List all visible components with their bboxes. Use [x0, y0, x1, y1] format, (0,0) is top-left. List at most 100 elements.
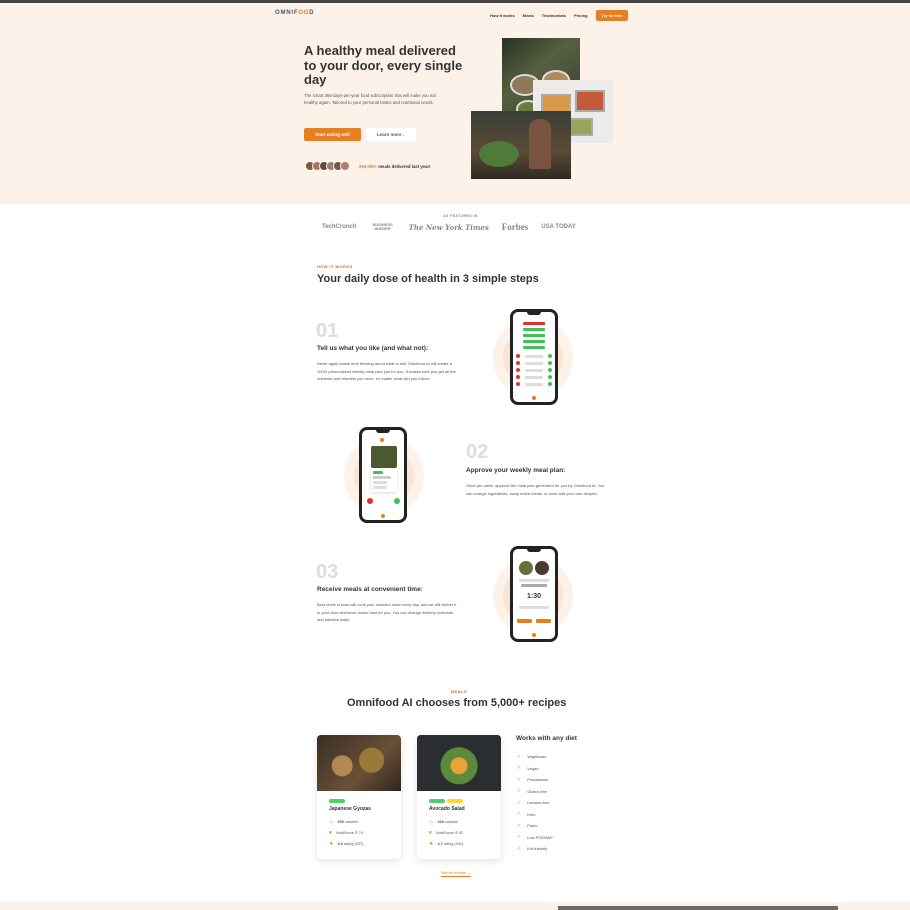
vegan-tag — [429, 799, 445, 803]
diet-label: Pescatarian — [527, 777, 549, 783]
meals-title: Omnifood AI chooses from 5,000+ recipes — [347, 697, 567, 709]
diet-list: ✓ Vegetarian ✓ Vegan ✓ Pescatarian ✓ Gluten-… — [517, 751, 553, 855]
how-title: Your daily dose of health in 3 simple st… — [317, 273, 539, 285]
vegan-tag — [329, 799, 345, 803]
nav-cta-button[interactable]: Try for free — [595, 10, 629, 21]
main-nav: How it works Meals Testimonials Pricing … — [490, 10, 629, 21]
meal-card[interactable]: Japanese Gyozas ♨ 650 calories ♥ NutriScor… — [317, 735, 401, 859]
diet-title: Works with any diet — [516, 735, 577, 742]
nyt-logo: The New York Times — [408, 222, 489, 232]
customer-avatars — [305, 161, 350, 171]
meal-rating: ★ 4.9 rating (537) — [329, 841, 363, 847]
list-item: ✓ Keto — [517, 809, 553, 821]
delivered-text: 250,000+ meals delivered last year! — [359, 164, 431, 169]
list-item: ✓ Gluten-free — [517, 786, 553, 798]
hero-photo-person — [471, 111, 571, 179]
list-item: ✓ Vegetarian — [517, 751, 553, 763]
step-number: 01 — [316, 320, 339, 342]
checkmark-icon: ✓ — [517, 765, 522, 772]
list-item: ✓ Kid-friendly — [517, 843, 553, 855]
delivered-label: meals delivered last year! — [377, 164, 431, 169]
checkmark-icon: ✓ — [517, 788, 522, 795]
phone-mockup-preferences — [510, 309, 558, 405]
forbes-logo: Forbes — [501, 222, 529, 232]
logo-accent: OO — [298, 10, 310, 16]
step-description: Best chefs in town will cook your select… — [317, 602, 457, 623]
diet-label: Lactose-free — [527, 800, 550, 806]
diet-label: Kid-friendly — [527, 846, 548, 852]
phone-mockup-delivery: 1:30 — [510, 546, 558, 642]
star-icon: ★ — [429, 841, 434, 847]
list-item: ✓ Vegan — [517, 763, 553, 775]
rating-label: rating (441) — [442, 842, 464, 846]
meal-card[interactable]: Avocado Salad ♨ 400 calories ♥ NutriScore … — [417, 735, 501, 859]
step-number: 02 — [466, 441, 489, 463]
list-item: ✓ Low FODMAP — [517, 832, 553, 844]
flame-icon: ♨ — [329, 819, 334, 825]
techcrunch-logo: TechCrunch — [322, 224, 357, 230]
diet-label: Gluten-free — [527, 788, 548, 794]
learn-more-button[interactable]: Learn more ↓ — [366, 128, 416, 141]
checkmark-icon: ✓ — [517, 811, 522, 818]
delivery-time: 1:30 — [526, 593, 541, 600]
meal-image-gyozas — [317, 735, 401, 791]
nav-meals[interactable]: Meals — [523, 13, 534, 18]
diet-label: Vegan — [527, 765, 539, 771]
checkmark-icon: ✓ — [517, 799, 522, 806]
meal-calories: ♨ 650 calories — [329, 819, 358, 825]
hero-background — [0, 3, 910, 204]
meal-rating: ★ 4.7 rating (441) — [429, 841, 463, 847]
logo-text: OMNIF — [275, 10, 299, 16]
hero-title: A healthy meal delivered to your door, e… — [304, 43, 463, 88]
meal-calories: ♨ 400 calories — [429, 819, 458, 825]
nav-testimonials[interactable]: Testimonials — [542, 13, 566, 18]
meal-image-avocado-salad — [417, 735, 501, 791]
restaurant-icon: ♥ — [429, 830, 432, 836]
delivered-count: 250,000+ — [359, 164, 378, 169]
checkmark-icon: ✓ — [517, 845, 522, 852]
meal-nutriscore: ♥ NutriScore ® 74 — [329, 830, 363, 836]
paleo-tag — [447, 799, 463, 803]
list-item: ✓ Paleo — [517, 820, 553, 832]
how-label: HOW IT WORKS — [317, 264, 353, 269]
start-eating-button[interactable]: Start eating well — [304, 128, 361, 141]
rating-label: rating (537) — [342, 842, 364, 846]
list-item: ✓ Pescatarian — [517, 774, 553, 786]
restaurant-icon: ♥ — [329, 830, 332, 836]
phone-mockup-meal-plan — [359, 427, 407, 523]
meals-label: MEALS — [451, 689, 467, 694]
all-recipes-link[interactable]: See all recipes → — [441, 871, 471, 877]
diet-label: Paleo — [527, 823, 538, 829]
step-title: Receive meals at convenient time: — [317, 586, 423, 593]
step-title: Tell us what you like (and what not): — [317, 345, 429, 352]
nav-how-it-works[interactable]: How it works — [490, 13, 515, 18]
hero-description: The smart 365-days-per-year food subscri… — [304, 93, 436, 105]
meal-name: Avocado Salad — [429, 806, 465, 812]
calories-label: calories — [343, 820, 358, 824]
usa-today-logo: USA TODAY — [541, 224, 576, 230]
nav-pricing[interactable]: Pricing — [574, 13, 588, 18]
checkmark-icon: ✓ — [517, 834, 522, 841]
step-description: Never again waste time thinking about wh… — [317, 361, 456, 382]
nutriscore-text: NutriScore ® 92 — [435, 831, 464, 835]
step-title: Approve your weekly meal plan: — [466, 467, 566, 474]
featured-label: AS FEATURED IN — [443, 214, 478, 218]
diet-label: Vegetarian — [527, 754, 547, 760]
diet-label: Keto — [527, 811, 536, 817]
gallery-image — [558, 906, 838, 910]
star-icon: ★ — [329, 841, 334, 847]
nutriscore-text: NutriScore ® 74 — [335, 831, 364, 835]
step-number: 03 — [316, 561, 339, 583]
meal-nutriscore: ♥ NutriScore ® 92 — [429, 830, 463, 836]
calories-label: calories — [443, 820, 458, 824]
logo[interactable]: OMNIFOOD — [275, 10, 314, 16]
diet-label: Low FODMAP — [527, 834, 553, 840]
avatar — [340, 161, 350, 171]
step-description: Once per week, approve the meal plan gen… — [466, 483, 605, 496]
business-insider-logo: BUSINESS INSIDER — [372, 221, 393, 231]
flame-icon: ♨ — [429, 819, 434, 825]
list-item: ✓ Lactose-free — [517, 797, 553, 809]
logo-text-end: D — [309, 10, 315, 16]
meal-name: Japanese Gyozas — [329, 806, 371, 812]
checkmark-icon: ✓ — [517, 753, 522, 760]
